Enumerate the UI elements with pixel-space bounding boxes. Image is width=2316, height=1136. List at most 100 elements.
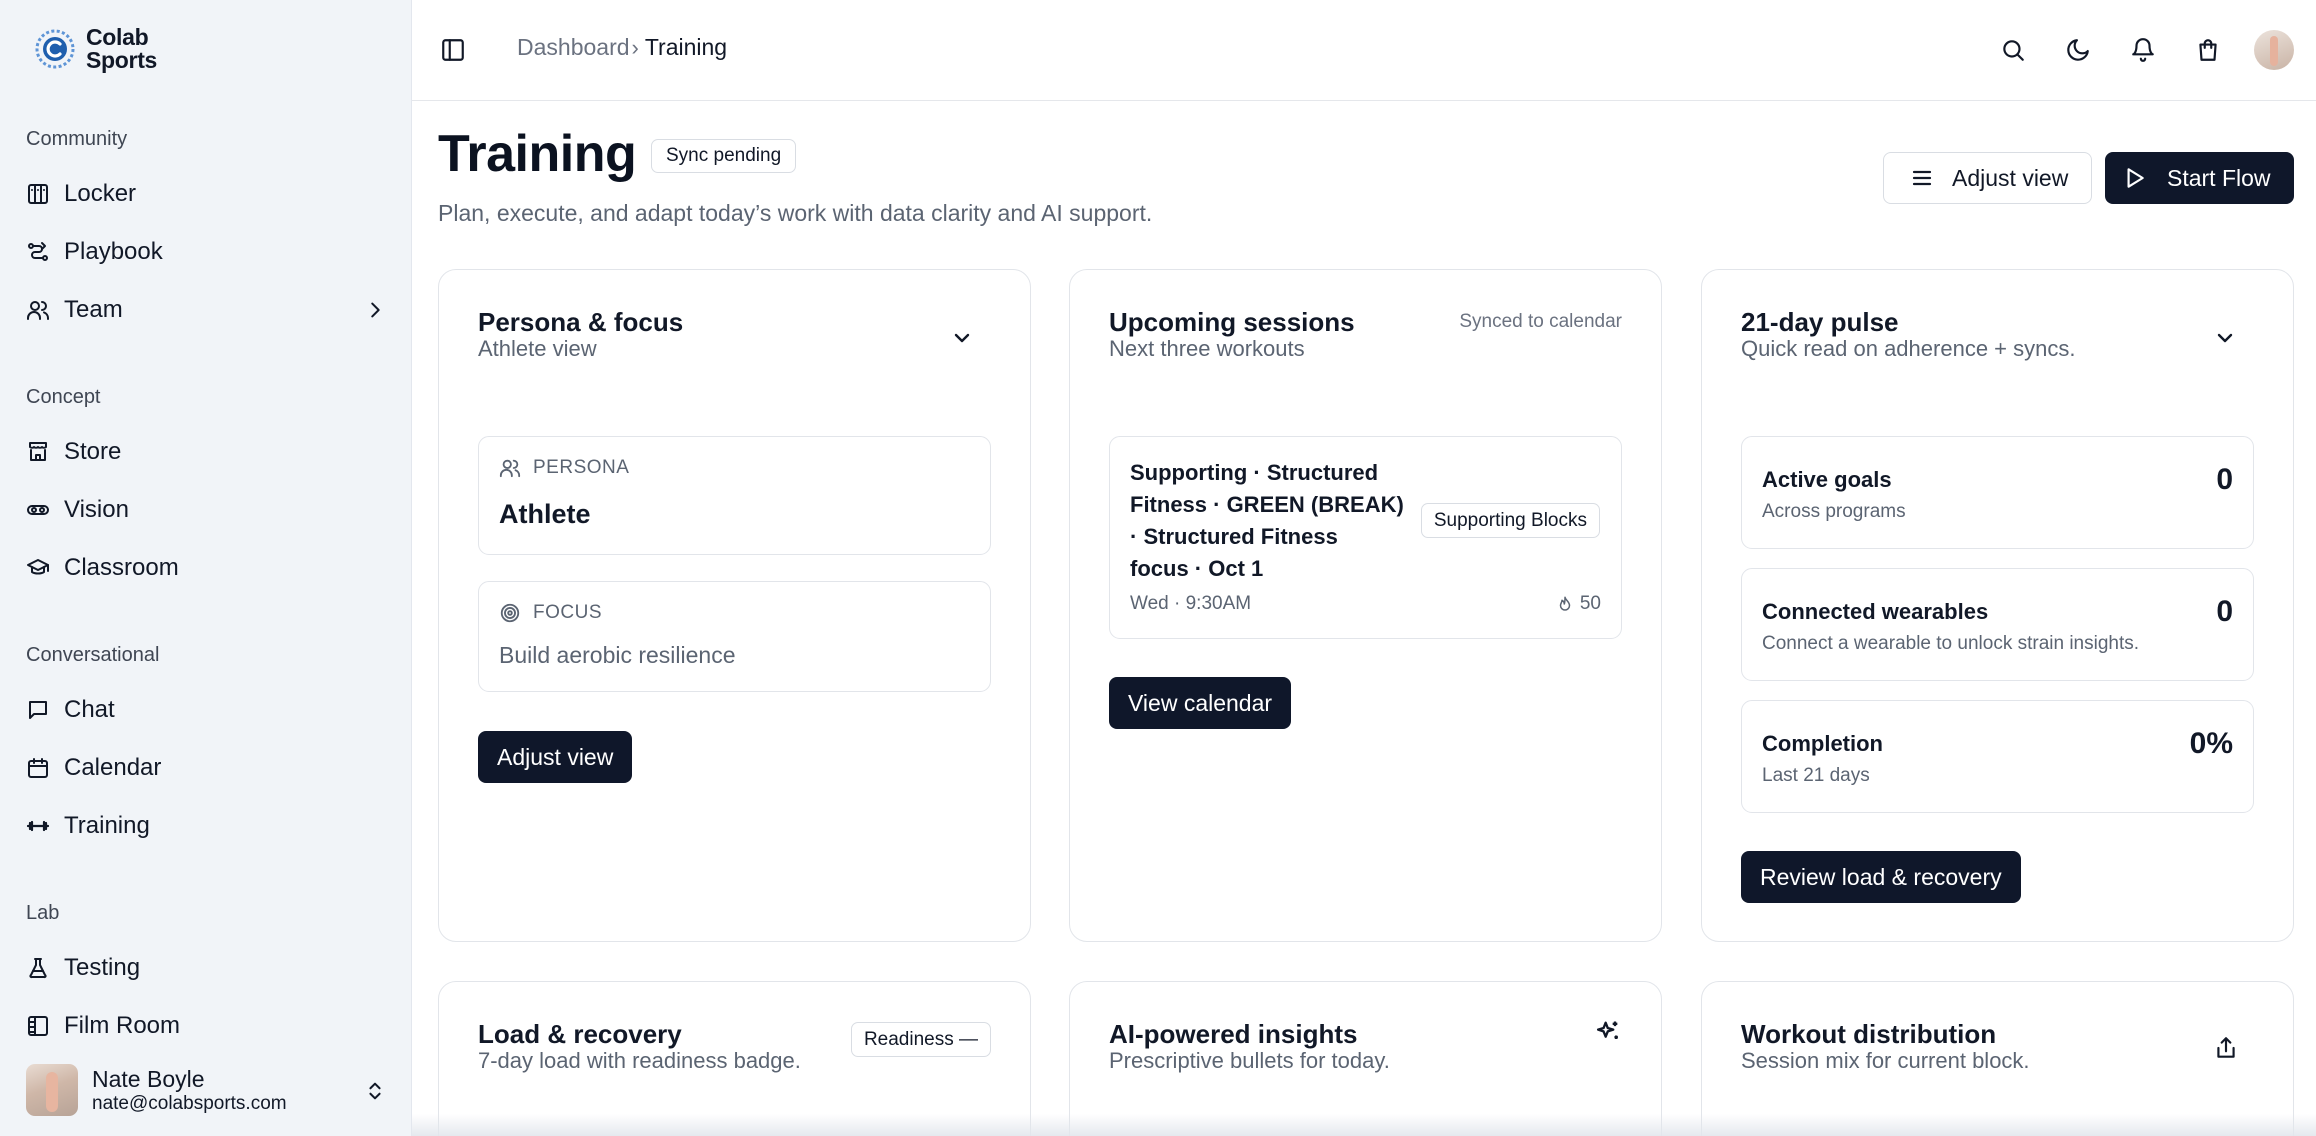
sidebar-item-film-room[interactable]: Film Room: [26, 997, 386, 1055]
sync-status: Synced to calendar: [1459, 311, 1622, 332]
moon-icon: [2066, 39, 2089, 61]
sidebar-item-label: Classroom: [64, 554, 179, 581]
breadcrumb-current: Training: [644, 34, 728, 60]
breadcrumb: Dashboard › Training: [517, 34, 727, 61]
card-subtitle: Next three workouts: [1109, 336, 1305, 361]
card-subtitle: 7-day load with readiness badge.: [478, 1048, 801, 1073]
view-calendar-button[interactable]: View calendar: [1109, 677, 1292, 729]
locker-icon: [28, 184, 48, 204]
nav-section-title: Conversational: [26, 644, 160, 666]
metric-value: 0: [2216, 463, 2233, 496]
sparkles-icon: [1596, 1021, 1618, 1039]
adjust-view-label: Adjust view: [1952, 164, 2069, 191]
play-icon: [2127, 168, 2144, 188]
user-email: nate@colabsports.com: [92, 1093, 287, 1114]
sidebar-item-store[interactable]: Store: [26, 423, 386, 481]
sidebar-item-label: Film Room: [64, 1012, 181, 1039]
sidebar-toggle-icon[interactable]: [440, 37, 466, 63]
nav-section-title: Community: [26, 128, 128, 150]
nav-section-lab: Lab Testing Film Room: [26, 898, 386, 1055]
sidebar-item-playbook[interactable]: Playbook: [26, 223, 386, 281]
share-icon[interactable]: [2213, 1035, 2239, 1061]
status-badge: Sync pending: [651, 139, 797, 173]
sidebar-item-locker[interactable]: Locker: [26, 165, 386, 223]
review-load-recovery-button[interactable]: Review load & recovery: [1741, 851, 2021, 903]
workout-distribution-card: Workout distribution Session mix for cur…: [1701, 981, 2294, 1136]
flask-icon: [29, 958, 47, 979]
chevron-right-icon[interactable]: [364, 299, 386, 321]
sidebar-item-label: Chat: [64, 696, 115, 723]
film-icon: [28, 1016, 48, 1036]
brand-logo[interactable]: Colab Sports: [34, 24, 157, 74]
page-subtitle: Plan, execute, and adapt today’s work wi…: [438, 200, 1153, 226]
search-icon: [2002, 40, 2024, 61]
sidebar-item-label: Team: [64, 296, 123, 323]
session-item[interactable]: Supporting · Structured Fitness · GREEN …: [1109, 436, 1622, 639]
metric-subtitle: Connect a wearable to unlock strain insi…: [1762, 633, 2140, 654]
sidebar-item-label: Testing: [64, 954, 141, 981]
user-menu[interactable]: Nate Boyle nate@colabsports.com: [26, 1062, 386, 1118]
user-name: Nate Boyle: [92, 1066, 205, 1092]
readiness-badge: Readiness —: [850, 1022, 991, 1057]
focus-box: FOCUS Build aerobic resilience: [478, 581, 991, 692]
sidebar-item-chat[interactable]: Chat: [26, 681, 386, 739]
nav-section-title: Concept: [26, 386, 101, 408]
focus-value: Build aerobic resilience: [499, 642, 736, 668]
team-icon: [27, 301, 49, 320]
calendar-icon: [28, 758, 48, 778]
breadcrumb-dashboard[interactable]: Dashboard: [517, 34, 630, 61]
metric-completion: Completion Last 21 days 0%: [1741, 700, 2254, 813]
load-recovery-card: Load & recovery 7-day load with readines…: [438, 981, 1031, 1136]
sidebar-item-label: Playbook: [64, 238, 163, 265]
chat-icon: [29, 701, 47, 719]
card-subtitle: Athlete view: [478, 336, 597, 361]
ai-insights-card: AI-powered insights Prescriptive bullets…: [1069, 981, 1662, 1136]
pulse-card: 21-day pulse Quick read on adherence + s…: [1701, 269, 2294, 942]
metric-title: Active goals: [1762, 467, 1892, 492]
shopping-bag-icon: [2198, 39, 2217, 61]
start-flow-label: Start Flow: [2167, 164, 2271, 191]
metric-subtitle: Last 21 days: [1762, 765, 1870, 786]
persona-box: PERSONA Athlete: [478, 436, 991, 555]
adjust-view-button[interactable]: Adjust view: [478, 731, 633, 783]
brand-name: Colab Sports: [86, 24, 158, 73]
avatar[interactable]: [2254, 30, 2294, 70]
menu-icon: [1912, 170, 1932, 186]
chevron-down-icon[interactable]: [2213, 326, 2237, 350]
sidebar-item-label: Store: [64, 438, 122, 465]
sidebar-item-label: Calendar: [64, 754, 162, 781]
chevron-down-icon[interactable]: [950, 326, 974, 350]
upcoming-sessions-card: Upcoming sessions Next three workouts Sy…: [1069, 269, 1662, 942]
card-title: Workout distribution: [1741, 1019, 1997, 1049]
search-button[interactable]: [1994, 32, 2031, 69]
card-title: 21-day pulse: [1741, 307, 1899, 337]
metric-value: 0: [2216, 595, 2233, 628]
session-tag: Supporting Blocks: [1420, 503, 1600, 538]
nav-section-concept: Concept Store Vision Classroom: [26, 382, 386, 597]
sidebar-item-classroom[interactable]: Classroom: [26, 539, 386, 597]
card-title: AI-powered insights: [1109, 1019, 1358, 1049]
classroom-icon: [27, 559, 49, 575]
metric-value: 0%: [2189, 727, 2233, 760]
sidebar-item-label: Training: [64, 812, 150, 839]
sidebar-item-training[interactable]: Training: [26, 797, 386, 855]
sidebar-item-team[interactable]: Team: [26, 281, 386, 339]
chevrons-up-down-icon[interactable]: [364, 1078, 386, 1104]
focus-label: FOCUS: [499, 602, 602, 624]
nav-section-conversational: Conversational Chat Calendar Training: [26, 640, 386, 855]
sidebar-item-vision[interactable]: Vision: [26, 481, 386, 539]
adjust-view-button[interactable]: Adjust view: [1883, 152, 2092, 204]
page-title: Training: [438, 125, 637, 183]
flame-icon: [1559, 596, 1571, 611]
start-flow-button[interactable]: Start Flow: [2105, 152, 2294, 204]
sidebar-item-calendar[interactable]: Calendar: [26, 739, 386, 797]
sidebar-item-testing[interactable]: Testing: [26, 939, 386, 997]
metric-title: Connected wearables: [1762, 599, 1989, 624]
session-load: 50: [1556, 593, 1601, 615]
cart-button[interactable]: [2189, 32, 2226, 69]
sidebar: Colab Sports Community Locker Playbook T…: [0, 0, 412, 1136]
top-bar: Dashboard › Training: [412, 0, 2316, 101]
notifications-button[interactable]: [2124, 32, 2161, 69]
theme-toggle-button[interactable]: [2059, 32, 2096, 69]
session-time: Wed · 9:30AM: [1130, 593, 1252, 614]
